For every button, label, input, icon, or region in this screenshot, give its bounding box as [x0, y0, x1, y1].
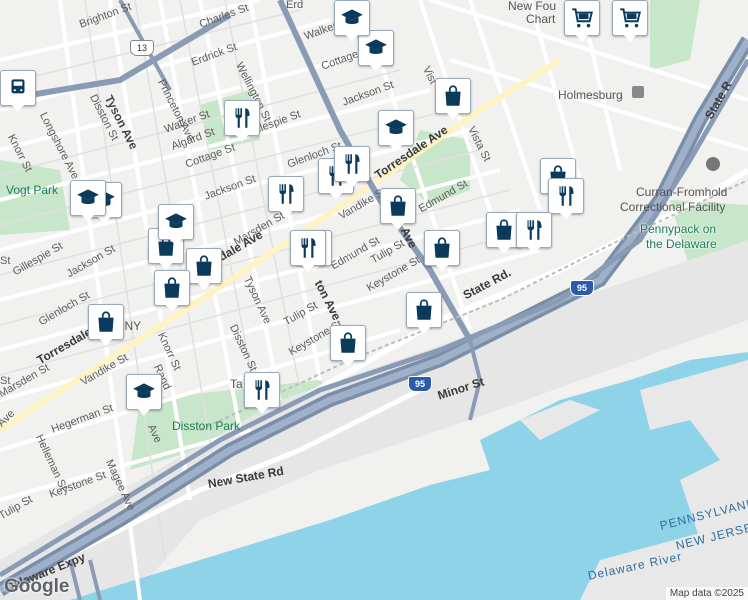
place-label-correctional: Correctional Facility	[620, 200, 726, 214]
google-logo: Google	[4, 576, 70, 597]
i95-shield: 95	[570, 280, 594, 296]
pin-school-6[interactable]	[126, 374, 162, 418]
place-label: Ta	[230, 377, 243, 391]
park-label-disston: Disston Park	[172, 419, 241, 433]
school-icon	[126, 374, 162, 410]
street-label: Erd	[286, 0, 304, 11]
restaurant-icon	[244, 372, 280, 408]
pin-tip	[345, 34, 359, 42]
shopping-bag-icon	[435, 78, 471, 114]
pin-shop-11[interactable]	[88, 304, 124, 348]
restaurant-icon	[548, 178, 584, 214]
shopping-bag-icon	[154, 270, 190, 306]
pin-grocery-1[interactable]	[564, 0, 600, 44]
pin-school-5[interactable]	[158, 204, 194, 248]
pin-grocery-2[interactable]	[612, 0, 648, 44]
train-icon	[0, 70, 36, 106]
school-icon	[378, 110, 414, 146]
pin-food-4[interactable]	[268, 176, 304, 220]
pin-tip	[11, 104, 25, 112]
place-label-charter: Chart	[526, 12, 556, 26]
school-icon	[334, 0, 370, 36]
place-label-new-foundations: New Fou	[508, 0, 557, 13]
restaurant-icon	[268, 176, 304, 212]
pin-food-1[interactable]	[224, 100, 260, 144]
landmark-icon[interactable]	[706, 157, 720, 171]
pin-food-3[interactable]	[334, 146, 370, 190]
pin-tip	[99, 338, 113, 346]
pin-shop-2[interactable]	[380, 188, 416, 232]
school-icon	[70, 180, 106, 216]
pin-tip	[575, 34, 589, 42]
neighborhood-label-holmesburg: Holmesburg	[558, 88, 623, 102]
pin-tip	[301, 264, 315, 272]
pin-tip	[345, 180, 359, 188]
pin-shop-1[interactable]	[435, 78, 471, 122]
shopping-bag-icon	[330, 325, 366, 361]
pin-tip	[446, 112, 460, 120]
pin-train-1[interactable]	[0, 70, 36, 114]
pin-tip	[279, 210, 293, 218]
pin-tip	[435, 264, 449, 272]
shopping-bag-icon	[406, 292, 442, 328]
map-attribution[interactable]: Map data ©2025	[665, 587, 748, 600]
map-canvas[interactable]: Brighton St Charles St Princeton Ave Erd…	[0, 0, 748, 600]
street-label: St	[0, 375, 11, 387]
pin-school-2[interactable]	[378, 110, 414, 154]
pin-tip	[341, 359, 355, 367]
park-label-pennypack-1: Pennypack on	[640, 222, 717, 236]
pin-tip	[169, 238, 183, 246]
pin-tip	[197, 282, 211, 290]
park-label-pennypack-2: the Delaware	[646, 237, 717, 251]
train-station-icon[interactable]	[632, 86, 644, 98]
pin-tip	[391, 222, 405, 230]
park-label-vogt: Vogt Park	[6, 183, 59, 197]
restaurant-icon	[290, 230, 326, 266]
pin-tip	[369, 64, 383, 72]
pin-shop-9[interactable]	[154, 270, 190, 314]
pin-tip	[255, 406, 269, 414]
restaurant-icon	[516, 212, 552, 248]
pin-tip	[137, 408, 151, 416]
pin-food-6[interactable]	[290, 230, 326, 274]
pin-shop-5[interactable]	[330, 325, 366, 369]
street-label: St	[0, 255, 11, 267]
pin-food-7[interactable]	[548, 178, 584, 222]
pin-food-9[interactable]	[244, 372, 280, 416]
pin-tip	[329, 192, 343, 200]
school-icon	[158, 204, 194, 240]
grocery-cart-icon	[564, 0, 600, 36]
pin-school-4[interactable]	[70, 180, 106, 224]
pin-tip	[417, 326, 431, 334]
pin-shop-3[interactable]	[424, 230, 460, 274]
shopping-bag-icon	[380, 188, 416, 224]
pin-tip	[623, 34, 637, 42]
pin-tip	[81, 214, 95, 222]
pin-tip	[389, 144, 403, 152]
place-label-curran: Curran-Fromhold	[636, 185, 728, 199]
pin-tip	[165, 304, 179, 312]
pin-tip	[497, 246, 511, 254]
pin-tip	[559, 212, 573, 220]
pin-tip	[527, 246, 541, 254]
pin-tip	[159, 262, 173, 270]
shopping-bag-icon	[88, 304, 124, 340]
shopping-bag-icon	[424, 230, 460, 266]
pin-shop-4[interactable]	[406, 292, 442, 336]
pin-shop-8[interactable]	[186, 248, 222, 292]
shopping-bag-icon	[186, 248, 222, 284]
route-13-shield: 13	[130, 40, 154, 56]
i95-shield: 95	[408, 376, 432, 392]
pin-food-8[interactable]	[516, 212, 552, 256]
pin-tip	[235, 134, 249, 142]
grocery-cart-icon	[612, 0, 648, 36]
restaurant-icon	[224, 100, 260, 136]
restaurant-icon	[334, 146, 370, 182]
pin-school-7[interactable]	[334, 0, 370, 44]
